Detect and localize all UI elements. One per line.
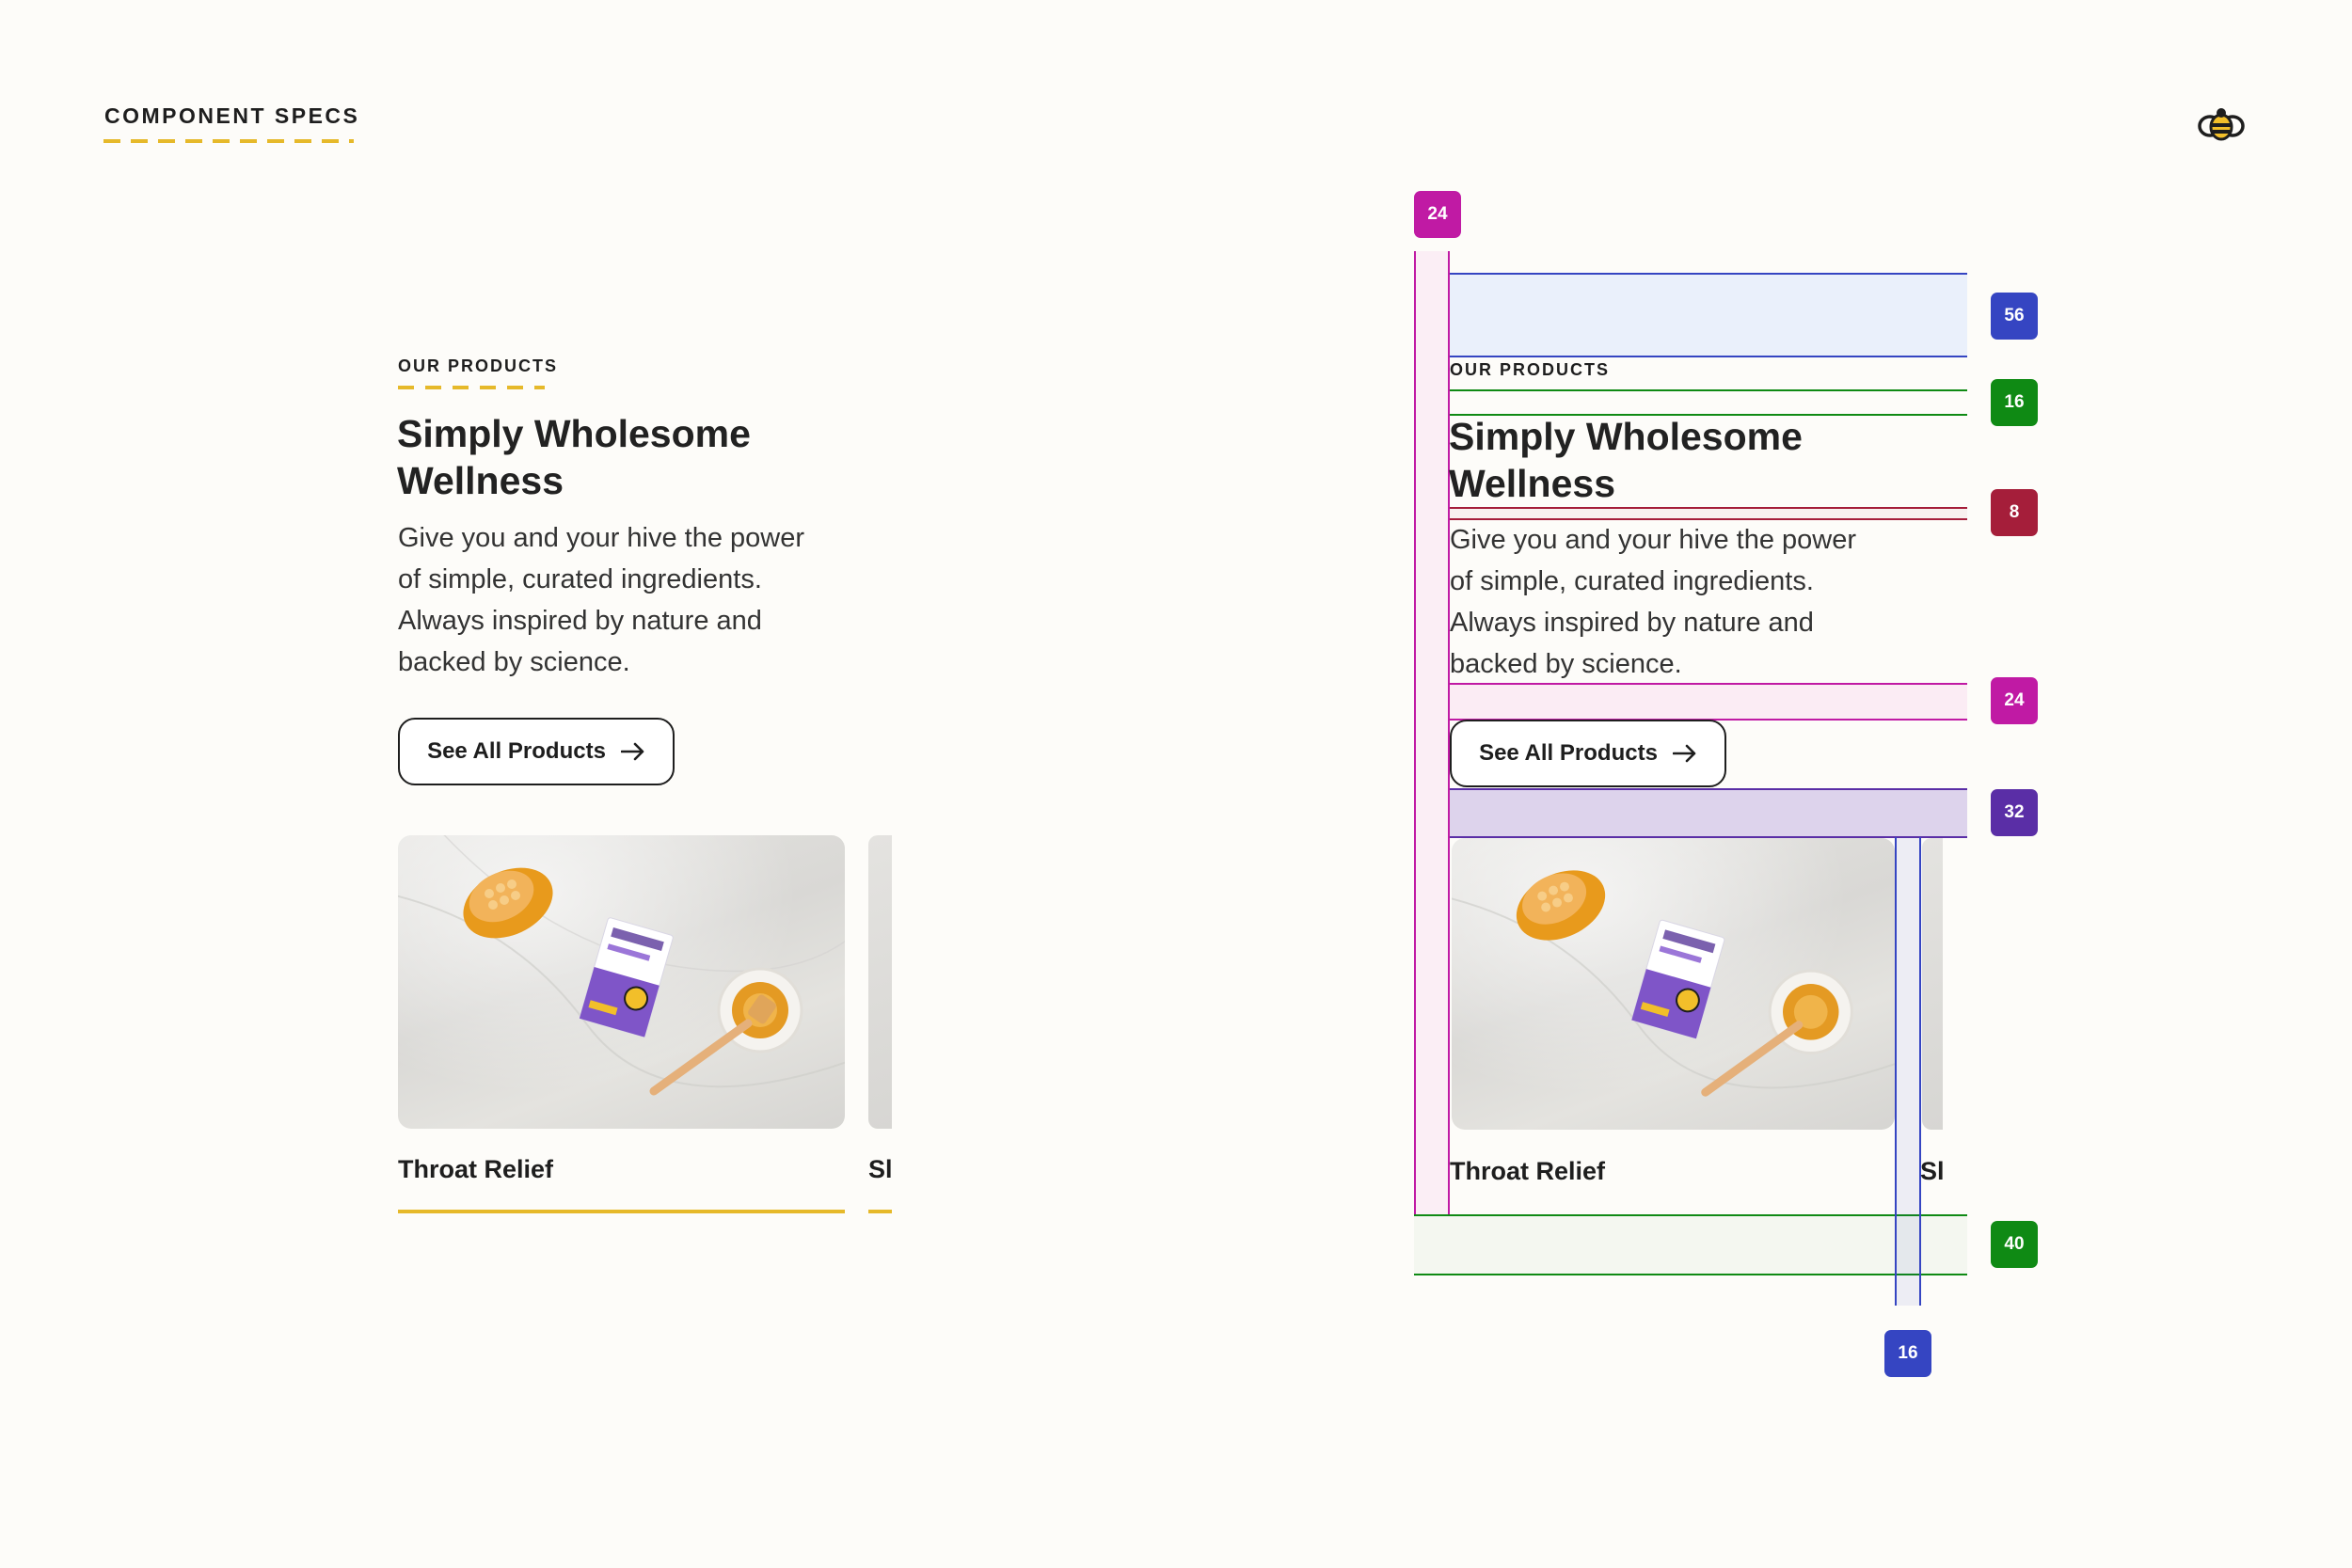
product-card-image[interactable]	[1452, 838, 1895, 1130]
spacing-badge-bottom: 40	[1991, 1221, 2038, 1268]
section-title: Simply Wholesome Wellness	[397, 410, 751, 504]
eyebrow-dashed-underline	[398, 386, 545, 389]
button-label: See All Products	[1479, 740, 1658, 766]
arrow-right-icon	[1672, 744, 1696, 763]
next-card-image[interactable]	[868, 835, 892, 1129]
card-gap-guide	[1895, 837, 1921, 1306]
button-label: See All Products	[427, 738, 606, 764]
spacing-badge-eyebrow: 16	[1991, 379, 2038, 426]
body-line: of simple, curated ingredients.	[398, 564, 762, 594]
spacing-badge-title: 8	[1991, 489, 2038, 536]
bottom-padding-band	[1414, 1214, 1967, 1275]
spacing-badge-left: 24	[1414, 191, 1461, 238]
section-description: Give you and your hive the power of simp…	[398, 517, 804, 683]
title-line: Simply Wholesome	[1449, 415, 1803, 458]
body-line: Give you and your hive the power	[398, 523, 805, 553]
page-title: COMPONENT SPECS	[104, 103, 360, 128]
body-line: backed by science.	[398, 647, 630, 677]
spacing-badge-card-gap: 16	[1884, 1330, 1931, 1377]
next-card-label[interactable]: Sl	[868, 1155, 892, 1184]
section-description: Give you and your hive the power of simp…	[1450, 519, 1856, 685]
section-eyebrow: OUR PRODUCTS	[1450, 360, 1611, 379]
body-gap-band	[1450, 683, 1967, 721]
title-dashed-underline	[103, 139, 354, 143]
product-card-label[interactable]: Throat Relief	[398, 1155, 553, 1184]
spacing-badge-body: 24	[1991, 677, 2038, 724]
title-gap-band	[1450, 507, 1967, 520]
card-gold-underline	[398, 1210, 845, 1213]
spacing-badge-top: 56	[1991, 293, 2038, 340]
body-line: of simple, curated ingredients.	[1450, 566, 1814, 596]
bee-logo-icon	[2198, 105, 2245, 145]
section-eyebrow: OUR PRODUCTS	[398, 356, 559, 375]
left-padding-guide	[1414, 251, 1450, 1215]
next-card-label[interactable]: Sl	[1920, 1157, 1943, 1186]
body-line: Always inspired by nature and	[398, 606, 762, 636]
title-line: Wellness	[1449, 462, 1615, 505]
arrow-right-icon	[620, 742, 644, 761]
next-card-gold-underline	[868, 1210, 892, 1213]
title-line: Simply Wholesome	[397, 412, 751, 455]
section-title: Simply Wholesome Wellness	[1449, 413, 1803, 507]
next-card-image[interactable]	[1922, 838, 1943, 1130]
button-gap-band	[1450, 788, 1967, 838]
top-padding-band	[1450, 273, 1967, 357]
body-line: Always inspired by nature and	[1450, 608, 1814, 638]
eyebrow-gap-band	[1450, 389, 1967, 416]
body-line: Give you and your hive the power	[1450, 525, 1857, 555]
see-all-products-button[interactable]: See All Products	[398, 718, 675, 785]
body-line: backed by science.	[1450, 649, 1682, 679]
see-all-products-button[interactable]: See All Products	[1450, 720, 1726, 787]
spacing-badge-button: 32	[1991, 789, 2038, 836]
title-line: Wellness	[397, 459, 564, 502]
product-card-label[interactable]: Throat Relief	[1450, 1157, 1605, 1186]
product-card-image[interactable]	[398, 835, 845, 1129]
